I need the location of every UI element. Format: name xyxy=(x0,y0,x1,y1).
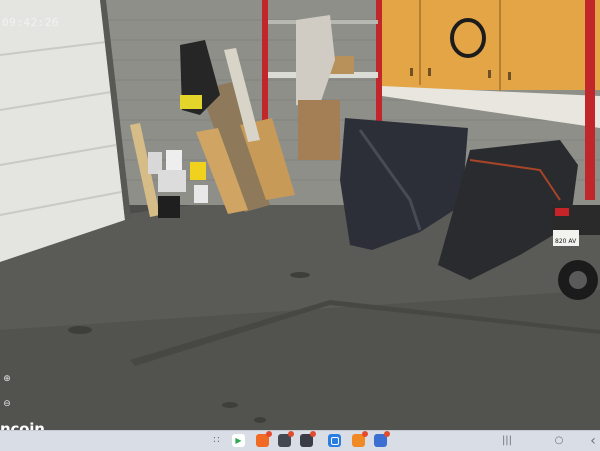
notification-badge xyxy=(310,431,316,437)
play-store-icon[interactable]: ▶ xyxy=(232,434,245,447)
app-icon-orange-2[interactable] xyxy=(352,431,368,447)
play-store-glyph: ▶ xyxy=(235,436,242,445)
app-icon-blue[interactable] xyxy=(328,434,341,447)
taskbar: ∷ ▶ ||| ○ ‹ xyxy=(0,430,600,451)
app-blue-glyph xyxy=(330,436,339,445)
license-plate: 820 AV xyxy=(555,238,577,245)
app-icon-camera[interactable] xyxy=(300,431,316,447)
apps-grid-icon[interactable]: ∷ xyxy=(210,434,223,447)
notification-badge xyxy=(384,431,390,437)
notification-badge xyxy=(362,431,368,437)
zoom-in-icon[interactable]: ⊕ xyxy=(0,372,14,386)
notification-badge xyxy=(266,431,272,437)
red-post-right xyxy=(585,0,595,200)
app-icon-orange[interactable] xyxy=(256,431,272,447)
home-icon[interactable]: ○ xyxy=(552,434,566,447)
yellow-item xyxy=(180,95,202,109)
zoom-out-icon[interactable]: ⊖ xyxy=(0,397,14,411)
cardboard-box xyxy=(298,100,340,160)
app-icon-multi[interactable] xyxy=(374,431,390,447)
camera-feed: 820 AV xyxy=(0,0,600,430)
recent-apps-icon[interactable]: ||| xyxy=(500,434,514,447)
back-icon[interactable]: ‹ xyxy=(586,433,600,449)
app-icon-dark[interactable] xyxy=(278,431,294,447)
apps-grid-glyph: ∷ xyxy=(213,435,220,446)
notification-badge xyxy=(288,431,294,437)
camera-timestamp: 09:42:26 xyxy=(2,16,59,29)
